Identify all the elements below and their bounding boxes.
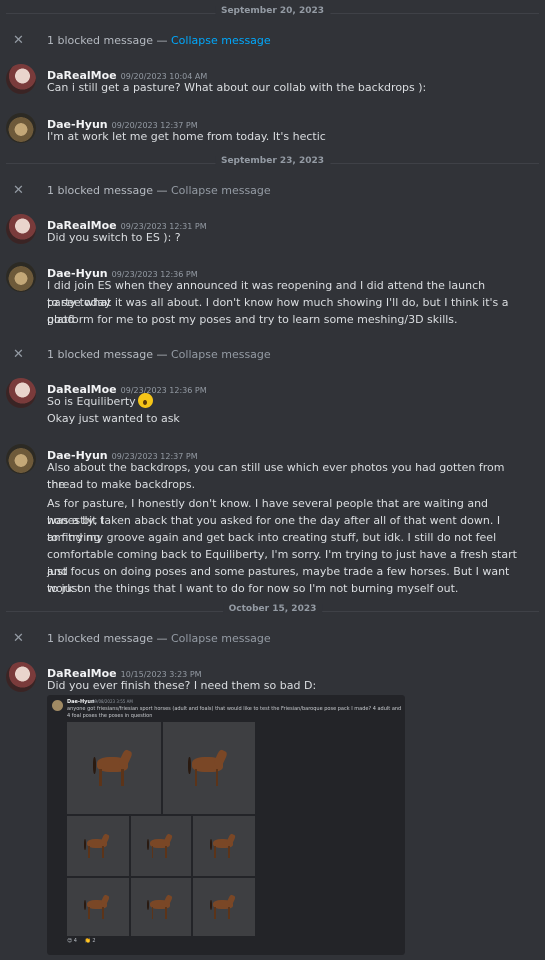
message-text: Did you ever finish these? I need them s… xyxy=(47,679,317,692)
date-divider-label: October 15, 2023 xyxy=(222,604,323,614)
horse-icon xyxy=(79,894,116,919)
blocked-separator: — xyxy=(152,34,171,47)
avatar[interactable] xyxy=(6,64,36,94)
blocked-message-row: ✕ 1 blocked message — Collapse message xyxy=(0,181,545,203)
avatar[interactable] xyxy=(6,378,36,408)
message-text: Did you switch to ES ): ? xyxy=(47,231,181,244)
horse-pose-image[interactable] xyxy=(67,878,129,936)
horse-pose-image[interactable] xyxy=(131,878,191,936)
collapse-message-link[interactable]: Collapse message xyxy=(171,632,271,645)
embed-text: anyone got friesians/friesian sport hors… xyxy=(67,706,402,719)
message-text: Okay just wanted to ask xyxy=(47,412,180,425)
horse-pose-image[interactable] xyxy=(163,722,255,814)
blocked-message-text: 1 blocked message xyxy=(47,348,153,361)
horse-pose-image[interactable] xyxy=(67,722,161,814)
message-text: to find my groove again and get back int… xyxy=(47,531,497,544)
astonished-emoji-icon xyxy=(137,393,153,408)
horse-icon xyxy=(181,748,236,787)
message-text: So is Equiliberty xyxy=(47,395,136,408)
close-icon[interactable]: ✕ xyxy=(13,632,24,646)
blocked-message-row: ✕ 1 blocked message — Collapse message xyxy=(0,31,545,53)
horse-pose-image[interactable] xyxy=(193,878,255,936)
horse-icon xyxy=(79,833,116,858)
message-text: work on the things that I want to do for… xyxy=(47,582,459,595)
message-text: Can i still get a pasture? What about ou… xyxy=(47,81,427,94)
blocked-message-text: 1 blocked message xyxy=(47,632,153,645)
close-icon[interactable]: ✕ xyxy=(13,34,24,48)
avatar[interactable] xyxy=(6,444,36,474)
close-icon[interactable]: ✕ xyxy=(13,348,24,362)
embed-timestamp: 09/08/2023 3:55 AM xyxy=(92,699,133,704)
date-divider: September 20, 2023 xyxy=(6,6,539,16)
collapse-message-link[interactable]: Collapse message xyxy=(171,34,271,47)
avatar[interactable] xyxy=(6,262,36,292)
horse-icon xyxy=(143,833,179,858)
reaction-clap: 👏 2 xyxy=(84,938,96,944)
blocked-separator: — xyxy=(152,348,171,361)
blocked-message-row: ✕ 1 blocked message — Collapse message xyxy=(0,345,545,367)
blocked-message-text: 1 blocked message xyxy=(47,184,153,197)
date-divider-label: September 20, 2023 xyxy=(214,6,331,16)
horse-pose-image[interactable] xyxy=(131,816,191,876)
image-attachment[interactable]: Dae-Hyun 09/08/2023 3:55 AM anyone got f… xyxy=(47,695,405,955)
collapse-message-link[interactable]: Collapse message xyxy=(171,184,271,197)
embed-avatar xyxy=(52,700,63,711)
blocked-message-text: 1 blocked message xyxy=(47,34,153,47)
horse-icon xyxy=(205,833,242,858)
horse-icon xyxy=(143,894,179,919)
horse-icon xyxy=(86,748,142,787)
embed-reactions: 😍 4 👏 2 xyxy=(67,938,96,944)
avatar[interactable] xyxy=(6,113,36,143)
message-text: I'm at work let me get home from today. … xyxy=(47,130,326,143)
message-text: thread to make backdrops. xyxy=(47,478,196,491)
date-divider: October 15, 2023 xyxy=(6,604,539,614)
close-icon[interactable]: ✕ xyxy=(13,184,24,198)
collapse-message-link[interactable]: Collapse message xyxy=(171,348,271,361)
avatar[interactable] xyxy=(6,662,36,692)
reaction-heart-eyes: 😍 4 xyxy=(67,938,77,944)
embed-author: Dae-Hyun xyxy=(67,699,95,705)
horse-pose-image[interactable] xyxy=(193,816,255,876)
blocked-separator: — xyxy=(152,632,171,645)
blocked-separator: — xyxy=(152,184,171,197)
avatar[interactable] xyxy=(6,214,36,244)
blocked-message-row: ✕ 1 blocked message — Collapse message xyxy=(0,629,545,651)
date-divider: September 23, 2023 xyxy=(6,156,539,166)
message-text: platform for me to post my poses and try… xyxy=(47,313,458,326)
horse-pose-image[interactable] xyxy=(67,816,129,876)
horse-icon xyxy=(205,894,242,919)
date-divider-label: September 23, 2023 xyxy=(214,156,331,166)
message-text-with-emoji: So is Equiliberty xyxy=(47,393,517,410)
